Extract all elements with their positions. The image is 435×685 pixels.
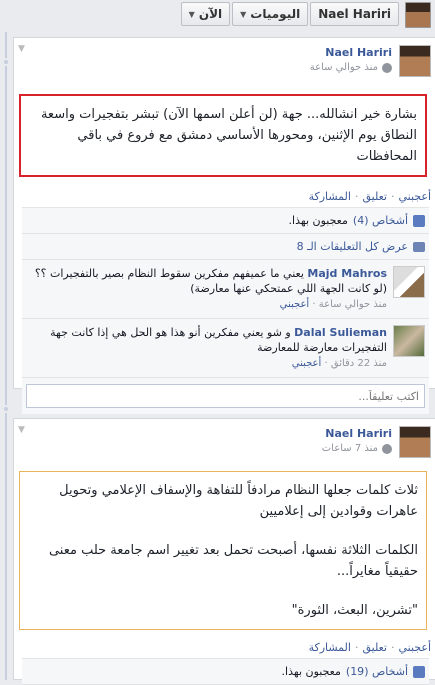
likers-link[interactable]: أشخاص (19) bbox=[346, 665, 408, 678]
profile-name-label: Nael Hariri bbox=[318, 7, 391, 21]
view-all-comments-row[interactable]: عرض كل التعليقات الـ 8 bbox=[22, 234, 429, 260]
comment-icon bbox=[413, 241, 425, 252]
post-text: بشارة خير انشالله... جهة (لن أعلن اسمها … bbox=[19, 94, 427, 177]
post-timestamp[interactable]: منذ 7 ساعات bbox=[322, 443, 378, 454]
write-comment-row bbox=[22, 378, 429, 414]
timeline-spine bbox=[5, 32, 7, 680]
chevron-down-icon[interactable]: ▼ bbox=[18, 425, 25, 435]
like-link[interactable]: أعجبني bbox=[398, 190, 431, 207]
post-text-paragraph: ثلاث كلمات جعلها النظام مرادفاً للتفاهة … bbox=[59, 483, 418, 519]
commenter-name-link[interactable]: Dalal Sulieman bbox=[294, 326, 387, 339]
comment-time: منذ 22 دقائق bbox=[330, 358, 387, 369]
timeline-dot bbox=[2, 405, 10, 413]
ufi-box: أشخاص (4) معجبون بهذا. عرض كل التعليقات … bbox=[22, 207, 429, 414]
separator: · bbox=[390, 641, 395, 654]
likes-row: أشخاص (4) معجبون بهذا. bbox=[22, 208, 429, 234]
author-name-link[interactable]: Nael Hariri bbox=[325, 46, 392, 59]
ufi-box: أشخاص (19) معجبون بهذا. bbox=[22, 658, 429, 685]
post-header: Nael Hariri منذ حوالي ساعة ▼ bbox=[14, 38, 435, 94]
now-menu-label: الآن bbox=[198, 7, 223, 21]
globe-icon bbox=[382, 443, 392, 454]
chevron-down-icon[interactable]: ▼ bbox=[18, 44, 25, 54]
post-text-paragraph: "تشرين، البعث، الثورة" bbox=[291, 603, 418, 618]
author-name-link[interactable]: Nael Hariri bbox=[325, 427, 392, 440]
post-text: ثلاث كلمات جعلها النظام مرادفاً للتفاهة … bbox=[19, 471, 427, 630]
globe-icon bbox=[382, 62, 392, 73]
comment-like-link[interactable]: أعجبني bbox=[292, 358, 322, 369]
diaries-menu-label: اليوميات bbox=[250, 7, 301, 21]
separator: · bbox=[354, 641, 359, 654]
commenter-avatar[interactable] bbox=[393, 266, 425, 298]
like-icon bbox=[413, 665, 425, 678]
author-avatar[interactable] bbox=[399, 45, 431, 77]
separator: · bbox=[390, 190, 395, 203]
post-actions: أعجبني · تعليق · المشاركة bbox=[14, 636, 435, 658]
timeline-post: Nael Hariri منذ 7 ساعات ▼ ثلاث كلمات جعل… bbox=[13, 418, 435, 685]
comment-meta: منذ 22 دقائق · أعجبني bbox=[291, 358, 387, 369]
likes-text: معجبون بهذا. bbox=[288, 214, 348, 227]
post-header: Nael Hariri منذ 7 ساعات ▼ bbox=[14, 419, 435, 471]
comment-like-link[interactable]: أعجبني bbox=[280, 299, 310, 310]
post-meta: منذ 7 ساعات bbox=[322, 443, 392, 454]
comment-meta: منذ حوالي ساعة · أعجبني bbox=[279, 299, 387, 310]
caret-down-icon: ▼ bbox=[240, 9, 247, 19]
post-timestamp[interactable]: منذ حوالي ساعة bbox=[310, 62, 378, 73]
comment-link[interactable]: تعليق bbox=[362, 190, 387, 207]
separator: · bbox=[354, 190, 359, 203]
likers-link[interactable]: أشخاص (4) bbox=[353, 214, 408, 227]
likes-row: أشخاص (19) معجبون بهذا. bbox=[22, 659, 429, 685]
write-comment-input[interactable] bbox=[26, 384, 425, 408]
comment-time: منذ حوالي ساعة bbox=[318, 299, 387, 310]
author-avatar[interactable] bbox=[399, 426, 431, 458]
share-link[interactable]: المشاركة bbox=[309, 190, 351, 207]
view-all-comments-link[interactable]: عرض كل التعليقات الـ 8 bbox=[297, 240, 408, 253]
like-link[interactable]: أعجبني bbox=[398, 641, 431, 658]
post-meta: منذ حوالي ساعة bbox=[310, 62, 392, 73]
comment-item: Majd Mahros يعني ما عميفهم مفكرين سقوط ا… bbox=[22, 260, 429, 319]
like-icon bbox=[413, 214, 425, 227]
commenter-avatar[interactable] bbox=[393, 325, 425, 357]
now-menu-button[interactable]: الآن ▼ bbox=[180, 2, 231, 26]
timeline-post: Nael Hariri منذ حوالي ساعة ▼ بشارة خير ا… bbox=[13, 37, 435, 414]
share-link[interactable]: المشاركة bbox=[309, 641, 351, 658]
commenter-name-link[interactable]: Majd Mahros bbox=[307, 267, 387, 280]
timeline-topbar: Nael Hariri اليوميات ▼ الآن ▼ bbox=[0, 0, 435, 32]
caret-down-icon: ▼ bbox=[188, 9, 195, 19]
post-text-paragraph: الكلمات الثلاثة نفسها، أصبحت تحمل بعد تغ… bbox=[48, 543, 418, 579]
post-actions: أعجبني · تعليق · المشاركة bbox=[14, 185, 435, 207]
timeline-dot bbox=[2, 58, 10, 66]
topbar-button-group: Nael Hariri اليوميات ▼ الآن ▼ bbox=[179, 2, 399, 26]
comment-item: Dalal Sulieman و شو يعني مفكرين أنو هذا … bbox=[22, 319, 429, 378]
likes-text: معجبون بهذا. bbox=[281, 665, 341, 678]
profile-avatar[interactable] bbox=[405, 2, 431, 28]
profile-name-button[interactable]: Nael Hariri bbox=[310, 2, 399, 26]
comment-link[interactable]: تعليق bbox=[362, 641, 387, 658]
diaries-menu-button[interactable]: اليوميات ▼ bbox=[232, 2, 309, 26]
